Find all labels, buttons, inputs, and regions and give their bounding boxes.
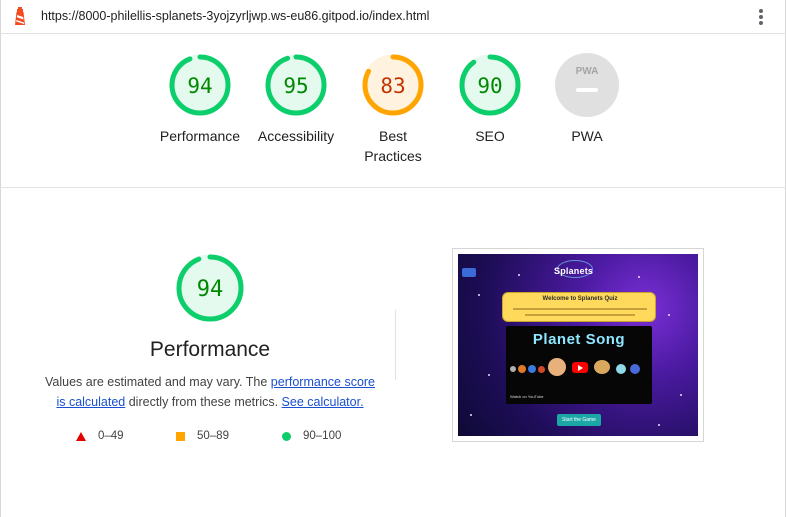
gauge-seo-score: 90 — [477, 74, 502, 98]
legend-fail-range: 0–49 — [98, 430, 124, 442]
pwa-badge-text: PWA — [576, 66, 599, 77]
screenshot-video: Planet Song Watch on YouTube — [506, 326, 652, 404]
screenshot-welcome-card: Welcome to Splanets Quiz — [502, 292, 656, 322]
triangle-icon — [76, 431, 86, 441]
gauge-best-practices[interactable]: 83 Best Practices — [345, 52, 441, 166]
performance-desc-text-1: Values are estimated and may vary. The — [44, 375, 271, 389]
gauge-accessibility-score: 95 — [283, 74, 308, 98]
gauge-performance-ring: 94 — [169, 54, 231, 116]
gauge-best-practices-label: Best Practices — [345, 126, 441, 166]
circle-icon — [282, 431, 291, 441]
gauge-performance-score: 94 — [187, 74, 212, 98]
is-calculated-link[interactable]: is calculated — [56, 395, 125, 409]
gauge-performance[interactable]: 94 Performance — [152, 52, 248, 146]
performance-score-link[interactable]: performance score — [271, 375, 375, 389]
screenshot-start-button: Start the Game — [557, 414, 601, 426]
gauge-accessibility-label: Accessibility — [257, 128, 335, 144]
gauge-best-practices-label-line1: Best — [378, 128, 407, 144]
performance-desc-text-2: directly from these metrics. — [125, 395, 282, 409]
legend-average-range: 50–89 — [197, 430, 229, 442]
pwa-badge-icon: PWA — [555, 53, 619, 117]
final-screenshot[interactable]: Splanets Welcome to Splanets Quiz Planet… — [452, 248, 704, 442]
performance-main-score: 94 — [197, 277, 224, 302]
performance-title: Performance — [149, 338, 271, 361]
gauge-performance-label: Performance — [159, 128, 241, 144]
see-calculator-link[interactable]: See calculator. — [282, 395, 364, 409]
section-separator — [395, 310, 396, 380]
gauge-best-practices-label-line2: Practices — [364, 148, 422, 164]
gauge-accessibility[interactable]: 95 Accessibility — [248, 52, 344, 146]
square-icon — [176, 431, 185, 441]
gauge-seo-label: SEO — [475, 128, 505, 144]
gauge-accessibility-ring: 95 — [265, 54, 327, 116]
gauge-best-practices-score: 83 — [380, 74, 405, 98]
gauge-pwa[interactable]: PWA PWA — [539, 52, 635, 146]
lighthouse-logo-icon — [15, 7, 25, 25]
performance-main-gauge: 94 — [176, 254, 244, 322]
final-screenshot-image: Splanets Welcome to Splanets Quiz Planet… — [458, 254, 698, 436]
legend-pass: 90–100 — [282, 430, 341, 442]
screenshot-youtube-label: Watch on YouTube — [510, 394, 544, 399]
header-divider — [0, 187, 786, 188]
legend-fail: 0–49 — [76, 430, 124, 442]
report-header: https://8000-philellis-splanets-3yojzyrl… — [0, 0, 786, 34]
performance-description: Values are estimated and may vary. The p… — [40, 372, 380, 412]
legend-average: 50–89 — [176, 430, 229, 442]
gauge-seo[interactable]: 90 SEO — [442, 52, 538, 146]
report-url[interactable]: https://8000-philellis-splanets-3yojzyrl… — [41, 9, 429, 23]
screenshot-card-title: Welcome to Splanets Quiz — [542, 296, 618, 302]
legend-pass-range: 90–100 — [303, 430, 342, 442]
gauge-pwa-label: PWA — [571, 128, 603, 144]
gauge-seo-ring: 90 — [459, 54, 521, 116]
screenshot-logo: Splanets — [554, 266, 594, 276]
score-legend: 0–49 50–89 90–100 — [0, 430, 420, 446]
gauge-best-practices-ring: 83 — [362, 54, 424, 116]
play-icon — [572, 362, 588, 373]
screenshot-corner-icon — [462, 268, 476, 277]
more-options-icon[interactable] — [754, 8, 768, 26]
screenshot-video-title: Planet Song — [532, 331, 626, 348]
